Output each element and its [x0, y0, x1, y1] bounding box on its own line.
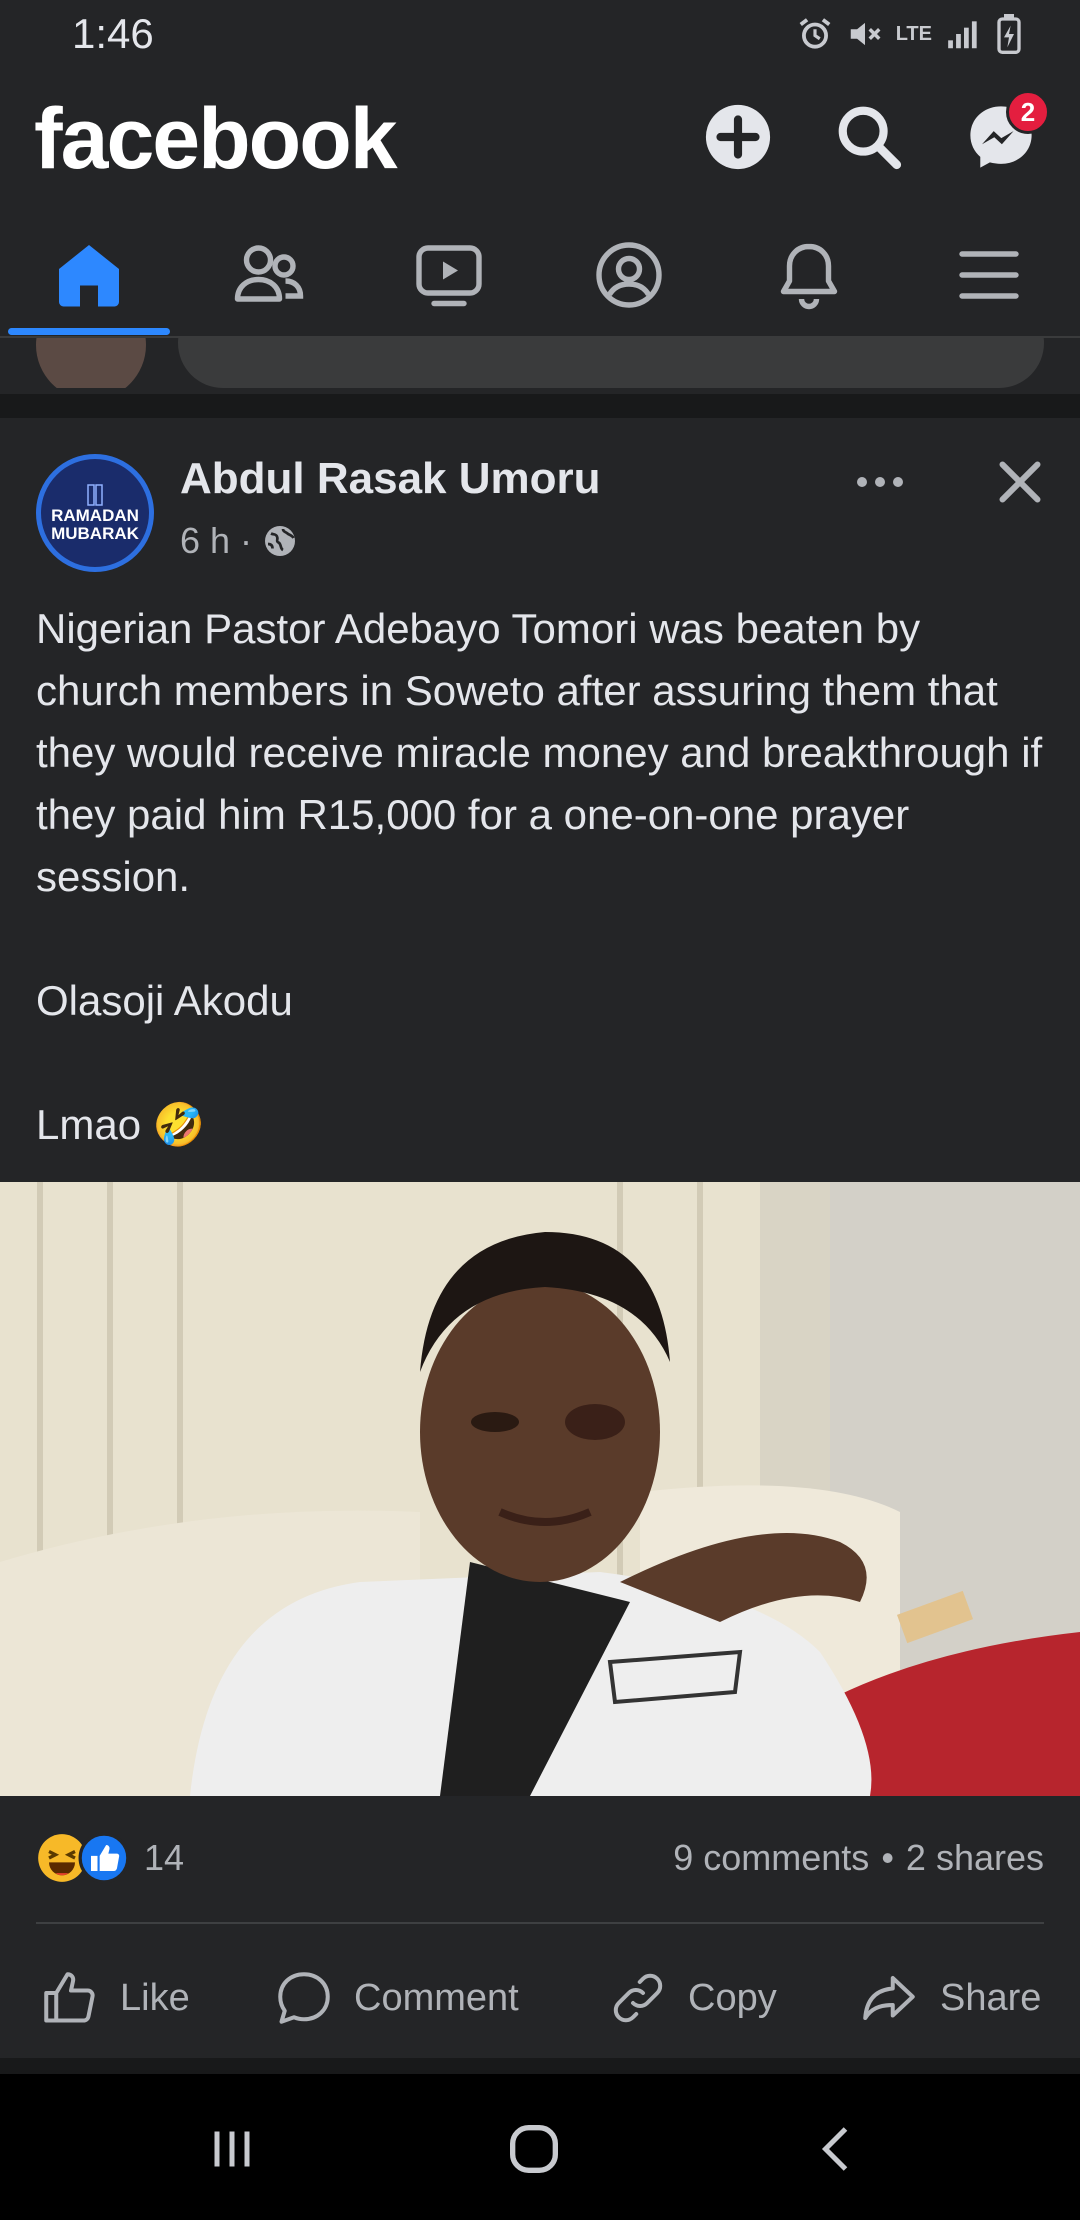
signal-icon	[948, 21, 977, 49]
post-time[interactable]: 6 h	[180, 520, 230, 562]
thumbs-up-icon	[44, 1972, 95, 2023]
avatar-text-line-1: RAMADAN	[51, 506, 139, 525]
video-icon	[416, 245, 482, 307]
create-button[interactable]	[703, 102, 773, 172]
dot-icon	[893, 477, 903, 487]
recent-apps-button[interactable]	[192, 2114, 272, 2184]
stats-separator: •	[881, 1837, 894, 1878]
post-photo	[0, 1182, 1080, 1796]
tab-friends[interactable]	[224, 230, 314, 320]
shares-count[interactable]: 2 shares	[906, 1837, 1044, 1879]
post-body-paragraph[interactable]: Olasoji Akodu	[36, 970, 1046, 1032]
system-nav-bar	[0, 2074, 1080, 2220]
close-icon	[999, 461, 1041, 503]
like-button[interactable]: Like	[40, 1948, 190, 2048]
avatar-text-line-2: MUBARAK	[51, 524, 139, 543]
composer-input[interactable]	[178, 338, 1044, 388]
friends-icon	[234, 245, 304, 302]
copy-button[interactable]: Copy	[608, 1948, 777, 2048]
composer-avatar[interactable]	[36, 338, 146, 388]
reaction-summary[interactable]: 14	[36, 1830, 184, 1886]
network-type: LTE	[895, 23, 932, 45]
plus-circle-icon	[705, 104, 771, 170]
like-reaction-icon	[78, 1832, 130, 1884]
share-label: Share	[940, 1976, 1042, 2019]
alarm-icon	[799, 18, 831, 49]
post-body-paragraph: Nigerian Pastor Adebayo Tomori was beate…	[36, 605, 1043, 900]
search-icon	[838, 106, 902, 170]
tab-home[interactable]	[44, 230, 134, 320]
post-body: Nigerian Pastor Adebayo Tomori was beate…	[36, 598, 1046, 1156]
dot-icon	[875, 477, 885, 487]
globe-icon	[265, 526, 296, 556]
comment-icon	[278, 1972, 330, 2024]
like-label: Like	[120, 1976, 190, 2019]
status-time: 1:46	[72, 10, 154, 57]
feed-separator	[0, 394, 1080, 418]
post-body-paragraph: Lmao 🤣	[36, 1101, 206, 1148]
tab-notifications[interactable]	[764, 230, 854, 320]
author-name[interactable]: Abdul Rasak Umoru	[180, 454, 601, 504]
author-avatar[interactable]: RAMADAN MUBARAK	[36, 454, 154, 572]
home-nav-icon	[510, 2125, 558, 2173]
search-button[interactable]	[834, 102, 904, 172]
meta-separator: ·	[240, 520, 253, 561]
post-image[interactable]	[0, 1182, 1080, 1796]
comment-button[interactable]: Comment	[274, 1948, 519, 2048]
profile-icon	[596, 242, 662, 308]
app-bar: facebook 2	[0, 72, 1080, 202]
home-nav-button[interactable]	[494, 2114, 574, 2184]
actions-divider	[36, 1922, 1044, 1924]
tab-bar	[0, 208, 1080, 338]
share-button[interactable]: Share	[858, 1948, 1041, 2048]
tab-menu[interactable]	[944, 230, 1034, 320]
back-icon	[821, 2127, 848, 2171]
lantern-icon	[87, 484, 103, 506]
feed-separator-bottom	[0, 2058, 1080, 2074]
comments-count[interactable]: 9 comments	[673, 1837, 869, 1879]
composer-peek	[0, 338, 1080, 388]
tab-watch[interactable]	[404, 230, 494, 320]
status-icons: LTE	[796, 14, 1022, 54]
status-bar: 1:46 LTE	[0, 0, 1080, 72]
comment-label: Comment	[354, 1976, 519, 2019]
tab-profile[interactable]	[584, 230, 674, 320]
hide-post-button[interactable]	[990, 452, 1050, 512]
mute-icon	[850, 22, 881, 46]
menu-icon	[959, 251, 1019, 299]
messenger-button[interactable]: 2	[966, 90, 1050, 172]
dot-icon	[857, 477, 867, 487]
post-stats: 9 comments • 2 shares	[673, 1830, 1044, 1886]
post-actions: Like Comment Copy Share	[0, 1948, 1080, 2048]
copy-label: Copy	[688, 1976, 777, 2019]
link-icon	[613, 1973, 663, 2023]
recents-icon	[214, 2131, 250, 2167]
battery-icon	[997, 14, 1021, 54]
reaction-count: 14	[144, 1837, 185, 1878]
bell-icon	[780, 243, 838, 310]
post-meta: 6 h ·	[180, 520, 298, 562]
active-tab-indicator	[8, 328, 170, 335]
post-more-button[interactable]	[848, 462, 912, 502]
feed-post: RAMADAN MUBARAK Abdul Rasak Umoru 6 h · …	[0, 418, 1080, 2058]
back-button[interactable]	[798, 2114, 878, 2184]
messenger-badge: 2	[1006, 90, 1050, 134]
home-icon	[59, 245, 119, 307]
facebook-logo[interactable]: facebook	[34, 90, 398, 189]
share-icon	[863, 1976, 915, 2020]
